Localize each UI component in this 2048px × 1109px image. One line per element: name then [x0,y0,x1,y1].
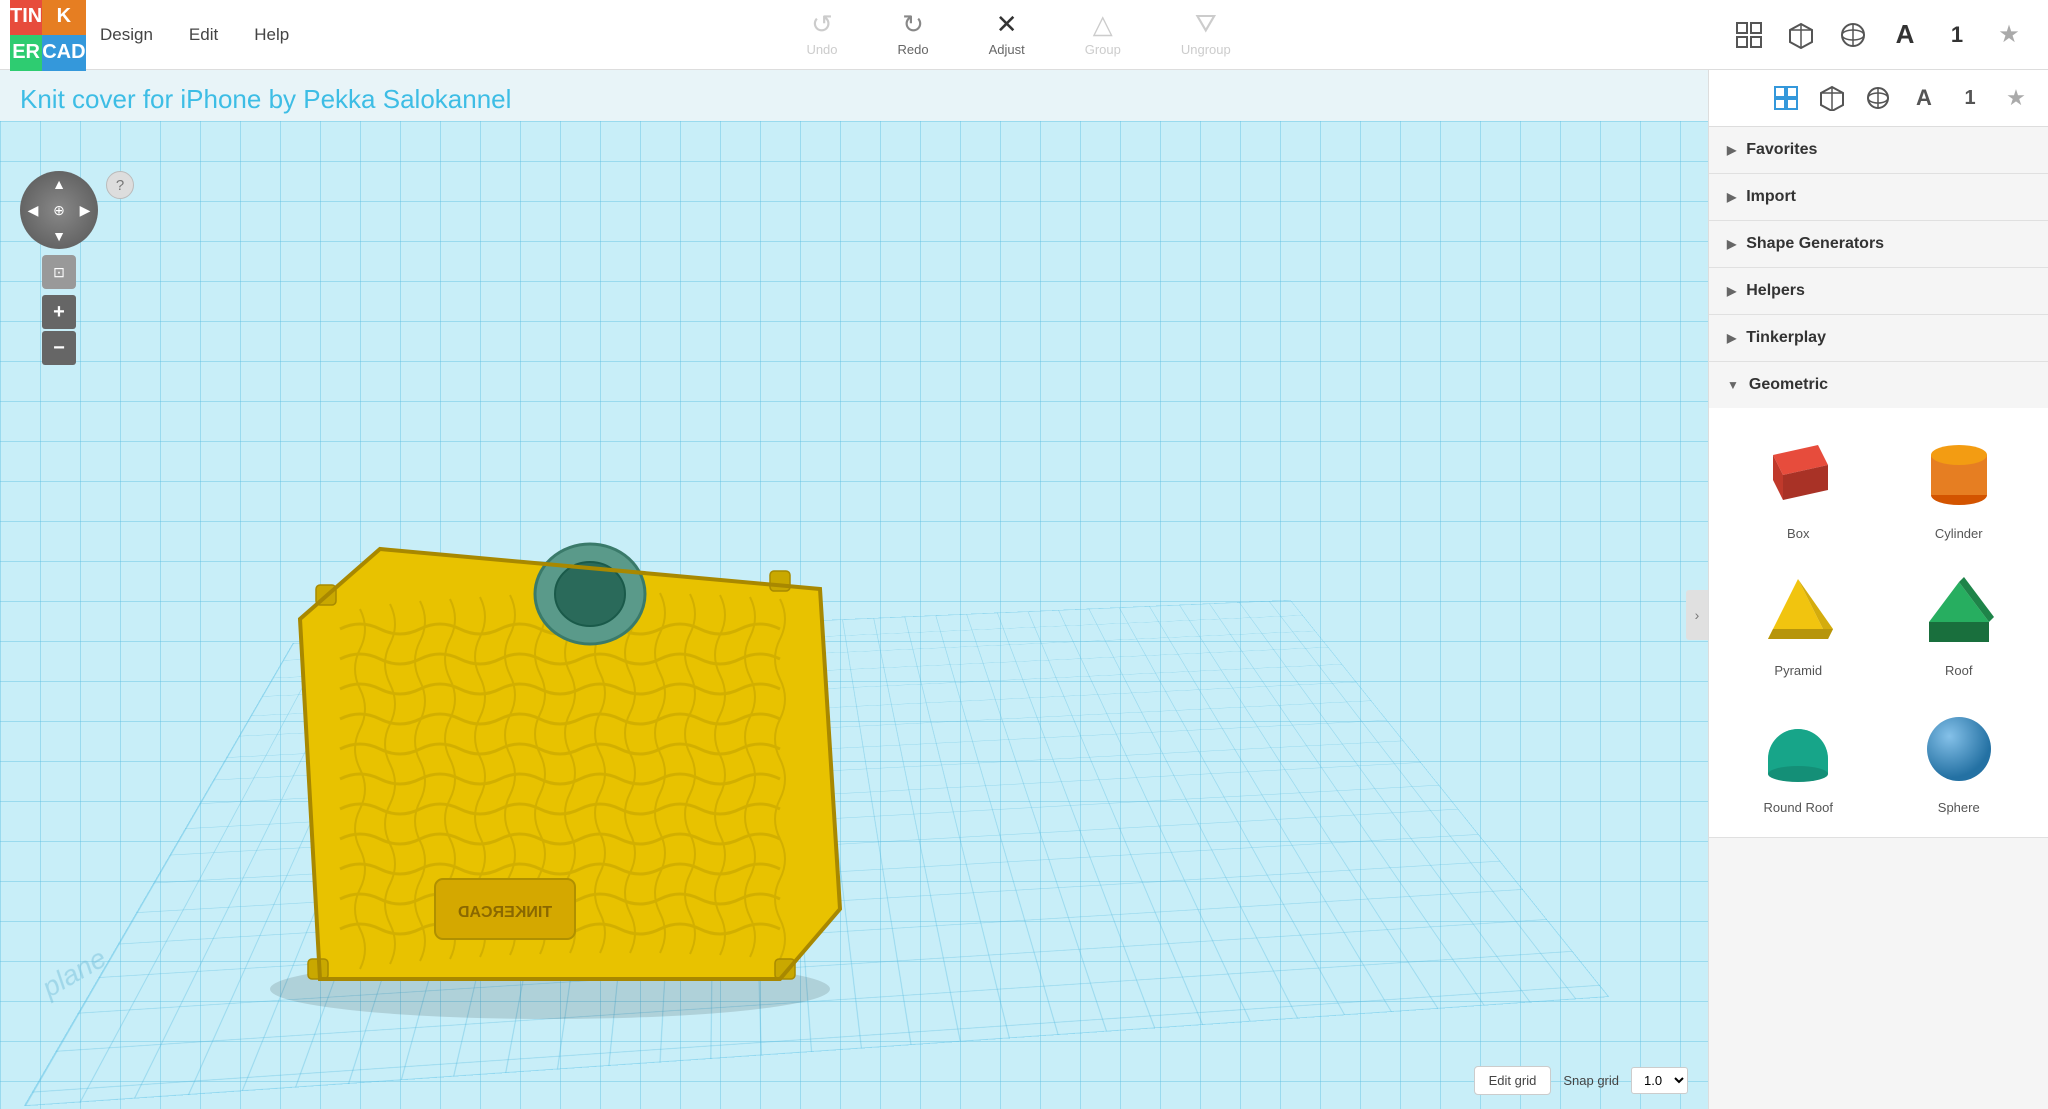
round-roof-label: Round Roof [1764,800,1833,815]
section-arrow-tinkerplay: ▶ [1727,331,1736,345]
section-tinkerplay-label: Tinkerplay [1746,329,1826,347]
ungroup-button[interactable]: ⛛ Ungroup [1181,8,1231,57]
logo-tin: TIN [10,0,42,35]
cylinder-shape-icon [1914,430,2004,520]
section-arrow-shape-generators: ▶ [1727,237,1736,251]
number-label-icon[interactable]: 1 [1952,80,1988,116]
star-icon[interactable]: ★ [1990,16,2028,54]
section-shape-generators-header[interactable]: ▶ Shape Generators [1709,221,2048,267]
section-import-label: Import [1746,188,1796,206]
nav-down[interactable]: ▼ [46,223,72,249]
roof-label: Roof [1945,663,1972,678]
number-icon[interactable]: 1 [1938,16,1976,54]
snap-grid-label: Snap grid [1563,1073,1619,1088]
sphere-shape-icon [1914,704,2004,794]
right-sidebar: A 1 ★ ▶ Favorites ▶ Import ▶ Shape Gener… [1708,70,2048,1109]
section-favorites-header[interactable]: ▶ Favorites [1709,127,2048,173]
section-favorites-label: Favorites [1746,141,1817,159]
section-favorites: ▶ Favorites [1709,127,2048,174]
zoom-controls: + − [42,295,76,365]
project-title: Knit cover for iPhone by Pekka Salokanne… [0,70,1708,121]
shapes-panel-icon[interactable] [1768,80,1804,116]
pyramid-shape-icon [1753,567,1843,657]
pyramid-label: Pyramid [1774,663,1822,678]
section-shape-generators-label: Shape Generators [1746,235,1884,253]
top-right-icons: A 1 ★ [1730,16,2038,54]
menu-design[interactable]: Design [82,17,171,53]
section-tinkerplay-header[interactable]: ▶ Tinkerplay [1709,315,2048,361]
shape-box[interactable]: Box [1723,422,1874,549]
text-label-icon[interactable]: A [1906,80,1942,116]
logo-cad: CAD [42,35,85,71]
bottom-controls: Edit grid Snap grid 1.0 0.5 2.0 [1474,1066,1688,1095]
section-helpers-label: Helpers [1746,282,1805,300]
wireframe-icon[interactable] [1834,16,1872,54]
help-badge[interactable]: ? [106,171,134,199]
section-tinkerplay: ▶ Tinkerplay [1709,315,2048,362]
shape-roof[interactable]: Roof [1884,559,2035,686]
redo-icon: ↻ [902,9,924,40]
nav-up[interactable]: ▲ [46,171,72,197]
redo-button[interactable]: ↻ Redo [898,9,929,57]
toolbar: ↺ Undo ↻ Redo ✕ Adjust △ Group ⛛ Ungroup [307,8,1730,61]
nav-center[interactable]: ⊕ [46,197,72,223]
text-icon[interactable]: A [1886,16,1924,54]
section-helpers: ▶ Helpers [1709,268,2048,315]
box-label: Box [1787,526,1809,541]
section-import: ▶ Import [1709,174,2048,221]
group-button[interactable]: △ Group [1085,9,1121,57]
ungroup-icon: ⛛ [1195,8,1217,40]
group-icon: △ [1093,9,1113,40]
snap-grid-select[interactable]: 1.0 0.5 2.0 [1631,1067,1688,1094]
sphere-label: Sphere [1938,800,1980,815]
undo-icon: ↺ [811,9,833,40]
navigation-controls: ▲ ◀ ⊕ ▶ ▼ ⊡ + − [20,171,98,365]
nav-left[interactable]: ◀ [20,197,46,223]
shape-sphere[interactable]: Sphere [1884,696,2035,823]
shape-cylinder[interactable]: Cylinder [1884,422,2035,549]
cylinder-label: Cylinder [1935,526,1983,541]
section-geometric-header[interactable]: ▼ Geometric [1709,362,2048,408]
topbar: TIN K ER CAD Design Edit Help ↺ Undo ↻ R… [0,0,2048,70]
shape-round-roof[interactable]: Round Roof [1723,696,1874,823]
section-import-header[interactable]: ▶ Import [1709,174,2048,220]
favorites-icon[interactable]: ★ [1998,80,2034,116]
round-roof-shape-icon [1753,704,1843,794]
cube-icon[interactable] [1782,16,1820,54]
box-shape-icon [1753,430,1843,520]
grid-icon[interactable] [1730,16,1768,54]
logo-k: K [42,0,85,35]
rotate-control[interactable]: ▲ ◀ ⊕ ▶ ▼ [20,171,98,249]
sidebar-top-bar: A 1 ★ [1709,70,2048,127]
main-area: Knit cover for iPhone by Pekka Salokanne… [0,70,2048,1109]
canvas-area: Knit cover for iPhone by Pekka Salokanne… [0,70,1708,1109]
adjust-button[interactable]: ✕ Adjust [989,9,1025,57]
undo-button[interactable]: ↺ Undo [806,9,837,57]
logo-er: ER [10,35,42,71]
menu-help[interactable]: Help [236,17,307,53]
tinkercad-logo[interactable]: TIN K ER CAD [10,0,82,71]
community-icon[interactable] [1860,80,1896,116]
section-arrow-helpers: ▶ [1727,284,1736,298]
nav-right[interactable]: ▶ [72,197,98,223]
sidebar-collapse-button[interactable]: › [1686,590,1708,640]
menu-edit[interactable]: Edit [171,17,236,53]
section-geometric-label: Geometric [1749,376,1828,394]
zoom-in-button[interactable]: + [42,295,76,329]
section-shape-generators: ▶ Shape Generators [1709,221,2048,268]
section-arrow-favorites: ▶ [1727,143,1736,157]
home-view-button[interactable]: ⊡ [42,255,76,289]
shape-pyramid[interactable]: Pyramid [1723,559,1874,686]
3d-view-icon[interactable] [1814,80,1850,116]
section-geometric: ▼ Geometric [1709,362,2048,838]
edit-grid-button[interactable]: Edit grid [1474,1066,1552,1095]
section-arrow-geometric: ▼ [1727,378,1739,392]
roof-shape-icon [1914,567,2004,657]
section-arrow-import: ▶ [1727,190,1736,204]
section-helpers-header[interactable]: ▶ Helpers [1709,268,2048,314]
adjust-icon: ✕ [996,9,1018,40]
viewport[interactable]: TINKERCAD plane ▲ ◀ [0,121,1708,1109]
zoom-out-button[interactable]: − [42,331,76,365]
shape-grid: Box Cylinder [1709,408,2048,837]
